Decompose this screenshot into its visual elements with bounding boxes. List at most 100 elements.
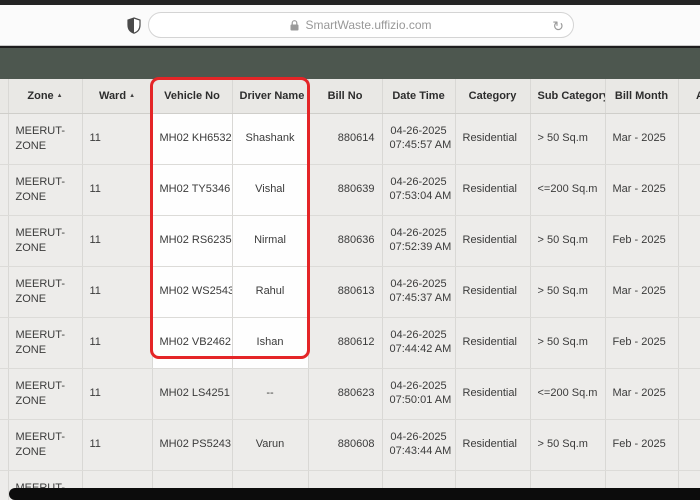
cell-month: Mar - 2025 [605, 368, 678, 419]
sort-asc-icon: ▲ [129, 93, 135, 99]
cell-datetime: 04-26-202507:43:44 AM [382, 419, 455, 470]
cell-ward: 11 [82, 317, 152, 368]
cell-zone: MEERUT-ZONE [8, 164, 82, 215]
app-toolbar [0, 46, 700, 80]
column-header-category[interactable]: Category [455, 79, 530, 113]
cell-category: Residential [455, 317, 530, 368]
cell-bill: 880639 [308, 164, 382, 215]
cell-driver: Rahul [232, 266, 308, 317]
cell-month: Mar - 2025 [605, 164, 678, 215]
cell-datetime: 04-26-202507:50:01 AM [382, 368, 455, 419]
cell-bill: 880636 [308, 215, 382, 266]
cell-stub [0, 419, 8, 470]
address-bar[interactable]: SmartWaste.uffizio.com ↻ [148, 12, 574, 38]
cell-vehicle: MH02 RS6235 [152, 215, 232, 266]
column-label: Sub Category [538, 90, 606, 102]
cell-zone: MEERUT-ZONE [8, 215, 82, 266]
cell-bill: 880608 [308, 419, 382, 470]
cell-vehicle: MH02 PS5243 [152, 419, 232, 470]
table-row[interactable]: MEERUT-ZONE11MH02 KH6532Shashank88061404… [0, 113, 700, 164]
column-label: Driver Name [240, 90, 305, 102]
table-row[interactable]: MEERUT-ZONE11MH02 LS4251--88062304-26-20… [0, 368, 700, 419]
lock-icon [290, 20, 299, 31]
cell-stub [0, 470, 8, 500]
column-label: Bill Month [615, 90, 668, 102]
cell-vehicle: MH02 WS2543 [152, 266, 232, 317]
cell-month: Feb - 2025 [605, 419, 678, 470]
url-text: SmartWaste.uffizio.com [305, 18, 431, 32]
column-header-ward[interactable]: Ward▲ [82, 79, 152, 113]
column-header-stub [0, 79, 8, 113]
table-row[interactable]: MEERUT-ZONE11MH02 RS6235Nirmal88063604-2… [0, 215, 700, 266]
cell-bill: 880614 [308, 113, 382, 164]
cell-subcategory: > 50 Sq.m [530, 113, 605, 164]
cell-zone: MEERUT-ZONE [8, 266, 82, 317]
column-header-zone[interactable]: Zone▲ [8, 79, 82, 113]
table-row[interactable]: MEERUT-ZONE11MH02 VB2462Ishan88061204-26… [0, 317, 700, 368]
cell-datetime: 04-26-202507:45:57 AM [382, 113, 455, 164]
column-header-datetime[interactable]: Date Time [382, 79, 455, 113]
column-header-subcategory[interactable]: Sub Category [530, 79, 605, 113]
browser-chrome: SmartWaste.uffizio.com ↻ [0, 5, 700, 46]
cell-category: Residential [455, 113, 530, 164]
cell-amount [678, 317, 700, 368]
cell-category: Residential [455, 266, 530, 317]
table-row[interactable]: MEERUT-ZONE11MH02 TY5346Vishal88063904-2… [0, 164, 700, 215]
cell-subcategory: <=200 Sq.m [530, 368, 605, 419]
cell-zone: MEERUT-ZONE [8, 317, 82, 368]
cell-driver: Ishan [232, 317, 308, 368]
cell-datetime: 04-26-202507:44:42 AM [382, 317, 455, 368]
reload-icon[interactable]: ↻ [552, 17, 564, 35]
cell-stub [0, 164, 8, 215]
column-header-month[interactable]: Bill Month [605, 79, 678, 113]
cell-category: Residential [455, 419, 530, 470]
bottom-black-bar [9, 488, 700, 500]
cell-vehicle: MH02 KH6532 [152, 113, 232, 164]
cell-stub [0, 215, 8, 266]
cell-zone: MEERUT-ZONE [8, 113, 82, 164]
cell-stub [0, 266, 8, 317]
cell-bill: 880613 [308, 266, 382, 317]
cell-bill: 880612 [308, 317, 382, 368]
cell-category: Residential [455, 215, 530, 266]
table-row[interactable]: MEERUT-ZONE11MH02 WS2543Rahul88061304-26… [0, 266, 700, 317]
table-row[interactable]: MEERUT-ZONE11MH02 PS5243Varun88060804-26… [0, 419, 700, 470]
cell-driver: Varun [232, 419, 308, 470]
column-label: Date Time [392, 90, 444, 102]
cell-ward: 11 [82, 164, 152, 215]
cell-zone: MEERUT-ZONE [8, 368, 82, 419]
cell-subcategory: > 50 Sq.m [530, 266, 605, 317]
column-header-vehicle[interactable]: Vehicle No [152, 79, 232, 113]
column-header-amount[interactable]: A [678, 79, 700, 113]
column-label: A [696, 90, 700, 102]
column-label: Category [469, 90, 517, 102]
cell-amount [678, 368, 700, 419]
cell-month: Mar - 2025 [605, 266, 678, 317]
cell-vehicle: MH02 TY5346 [152, 164, 232, 215]
cell-driver: Vishal [232, 164, 308, 215]
billing-table-container: Zone▲Ward▲Vehicle NoDriver NameBill NoDa… [0, 79, 700, 500]
cell-subcategory: <=200 Sq.m [530, 164, 605, 215]
cell-ward: 11 [82, 113, 152, 164]
cell-category: Residential [455, 368, 530, 419]
cell-subcategory: > 50 Sq.m [530, 317, 605, 368]
cell-category: Residential [455, 164, 530, 215]
cell-amount [678, 266, 700, 317]
cell-ward: 11 [82, 419, 152, 470]
cell-stub [0, 368, 8, 419]
column-header-driver[interactable]: Driver Name [232, 79, 308, 113]
privacy-shield-icon[interactable] [127, 17, 141, 34]
column-header-bill[interactable]: Bill No [308, 79, 382, 113]
cell-datetime: 04-26-202507:52:39 AM [382, 215, 455, 266]
cell-driver: Shashank [232, 113, 308, 164]
cell-amount [678, 419, 700, 470]
column-label: Zone [27, 90, 53, 102]
cell-driver: -- [232, 368, 308, 419]
cell-driver: Nirmal [232, 215, 308, 266]
cell-subcategory: > 50 Sq.m [530, 215, 605, 266]
cell-stub [0, 113, 8, 164]
cell-amount [678, 113, 700, 164]
cell-datetime: 04-26-202507:53:04 AM [382, 164, 455, 215]
column-label: Bill No [328, 90, 363, 102]
cell-ward: 11 [82, 368, 152, 419]
